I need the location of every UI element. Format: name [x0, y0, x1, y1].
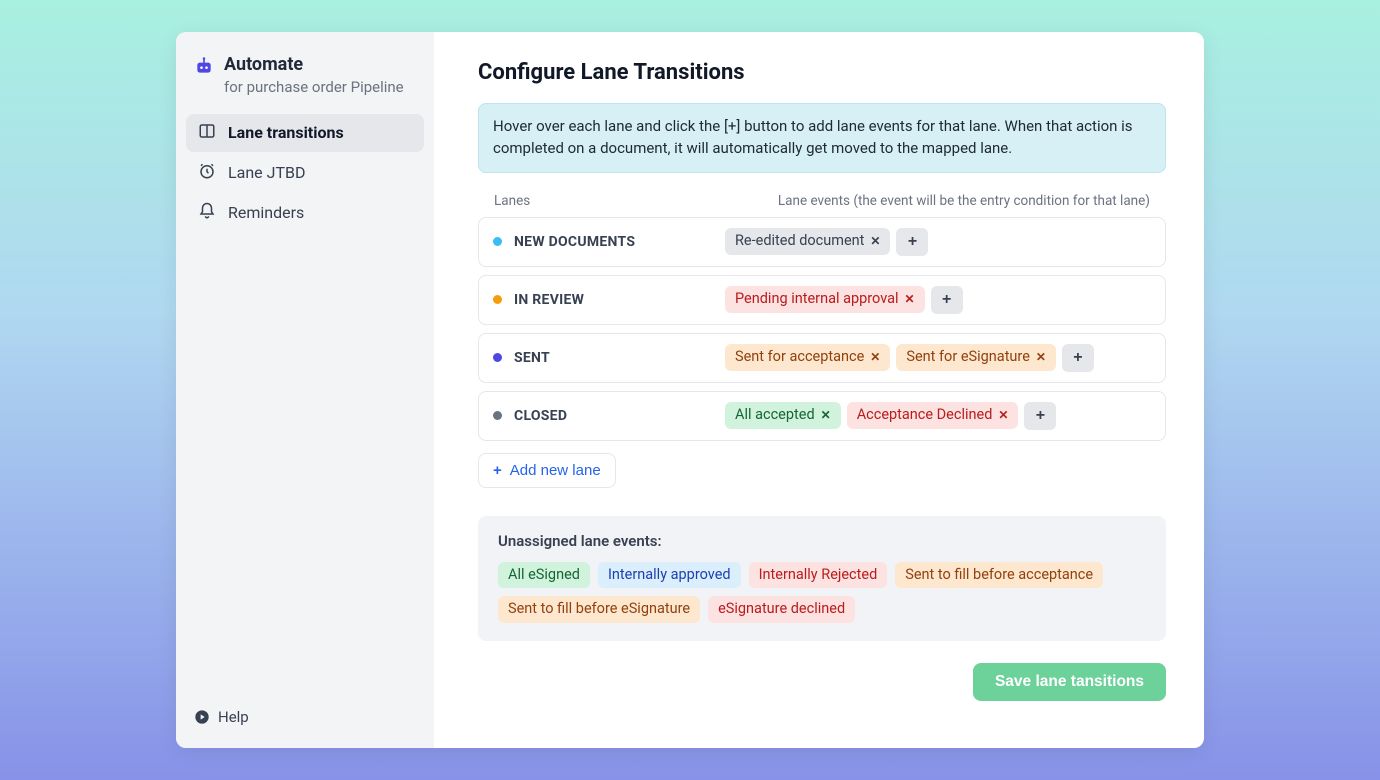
bell-icon — [198, 202, 216, 224]
lane-status-dot — [493, 237, 502, 246]
nav-item-label: Reminders — [228, 203, 304, 222]
add-event-button[interactable]: + — [1024, 402, 1056, 430]
info-banner: Hover over each lane and click the [+] b… — [478, 103, 1166, 173]
lane-status-dot — [493, 295, 502, 304]
nav-item-label: Lane JTBD — [228, 163, 305, 182]
remove-event-icon[interactable]: ✕ — [870, 234, 880, 250]
lane-name: NEW DOCUMENTS — [514, 234, 635, 250]
robot-icon — [194, 56, 214, 76]
sidebar: Automate for purchase order Pipeline Lan… — [176, 32, 434, 748]
help-label: Help — [218, 708, 249, 726]
nav-item-reminders[interactable]: Reminders — [186, 194, 424, 232]
lane-row: SENTSent for acceptance✕Sent for eSignat… — [478, 333, 1166, 383]
lane-name-wrap: NEW DOCUMENTS — [493, 234, 725, 250]
nav-item-label: Lane transitions — [228, 123, 344, 142]
event-tag-label: Sent for eSignature — [906, 348, 1030, 367]
col-header-lanes: Lanes — [494, 193, 726, 209]
event-tag-label: Sent for acceptance — [735, 348, 864, 367]
lane-name: CLOSED — [514, 408, 567, 424]
event-tag[interactable]: Pending internal approval ✕ — [725, 286, 925, 313]
lane-row: CLOSED All accepted ✕ Acceptance Declined ✕ + — [478, 391, 1166, 441]
remove-event-icon[interactable]: ✕ — [870, 350, 880, 366]
unassigned-event-tag[interactable]: Internally approved — [598, 562, 741, 589]
plus-icon: + — [493, 462, 502, 479]
lane-status-dot — [493, 353, 502, 362]
page-title: Configure Lane Transitions — [478, 60, 1166, 85]
lane-events: Pending internal approval ✕ + — [725, 286, 963, 314]
unassigned-events-box: Unassigned lane events: All eSigned Inter… — [478, 516, 1166, 642]
event-tag-label: Pending internal approval — [735, 290, 899, 309]
event-tag[interactable]: All accepted ✕ — [725, 402, 841, 429]
event-tag-label: All accepted — [735, 406, 815, 425]
unassigned-event-tag[interactable]: Internally Rejected — [749, 562, 888, 589]
unassigned-event-tag[interactable]: Sent to fill before eSignature — [498, 596, 700, 623]
help-link[interactable]: Help — [186, 702, 424, 732]
lane-events: Re-edited document ✕ + — [725, 228, 928, 256]
lane-name: SENT — [514, 350, 550, 366]
event-tag[interactable]: Acceptance Declined ✕ — [847, 402, 1019, 429]
sidebar-subtitle: for purchase order Pipeline — [224, 78, 404, 96]
lane-status-dot — [493, 411, 502, 420]
event-tag-label: Re-edited document — [735, 232, 864, 251]
unassigned-tags: All eSigned Internally approved Internally… — [498, 562, 1146, 624]
lane-name-wrap: SENT — [493, 350, 725, 366]
add-lane-label: Add new lane — [510, 462, 601, 479]
add-event-button[interactable]: + — [896, 228, 928, 256]
remove-event-icon[interactable]: ✕ — [905, 292, 915, 308]
nav-item-lane-jtbd[interactable]: Lane JTBD — [186, 154, 424, 192]
col-header-events: Lane events (the event will be the entry… — [726, 193, 1150, 209]
unassigned-event-tag[interactable]: Sent to fill before acceptance — [895, 562, 1103, 589]
lane-name-wrap: IN REVIEW — [493, 292, 725, 308]
lane-row: NEW DOCUMENTS Re-edited document ✕ + — [478, 217, 1166, 267]
columns-icon — [198, 122, 216, 144]
main-content: Configure Lane Transitions Hover over ea… — [434, 32, 1204, 748]
lane-name-wrap: CLOSED — [493, 408, 725, 424]
unassigned-event-tag[interactable]: eSignature declined — [708, 596, 855, 623]
remove-event-icon[interactable]: ✕ — [1036, 350, 1046, 366]
column-headers: Lanes Lane events (the event will be the… — [478, 193, 1166, 217]
event-tag[interactable]: Re-edited document ✕ — [725, 228, 890, 255]
footer-actions: Save lane tansitions — [478, 663, 1166, 701]
lane-events: Sent for acceptance ✕ Sent for eSignature ✕… — [725, 344, 1094, 372]
nav-item-lane-transitions[interactable]: Lane transitions — [186, 114, 424, 152]
lanes-list: NEW DOCUMENTSRe-edited document✕+IN REVI… — [478, 217, 1166, 441]
lane-row: IN REVIEW Pending internal approval ✕ + — [478, 275, 1166, 325]
lane-events: All accepted ✕ Acceptance Declined ✕ + — [725, 402, 1056, 430]
play-circle-icon — [194, 709, 210, 725]
lane-name: IN REVIEW — [514, 292, 584, 308]
sidebar-title: Automate — [224, 54, 404, 76]
clock-icon — [198, 162, 216, 184]
add-new-lane-button[interactable]: + Add new lane — [478, 453, 616, 488]
remove-event-icon[interactable]: ✕ — [821, 408, 831, 424]
unassigned-title: Unassigned lane events: — [498, 532, 1146, 550]
app-window: Automate for purchase order Pipeline Lan… — [176, 32, 1204, 748]
save-button[interactable]: Save lane tansitions — [973, 663, 1166, 701]
unassigned-event-tag[interactable]: All eSigned — [498, 562, 590, 589]
sidebar-nav: Lane transitions Lane JTBD Reminders — [186, 114, 424, 232]
remove-event-icon[interactable]: ✕ — [998, 408, 1008, 424]
add-event-button[interactable]: + — [931, 286, 963, 314]
event-tag[interactable]: Sent for eSignature ✕ — [896, 344, 1056, 371]
add-event-button[interactable]: + — [1062, 344, 1094, 372]
event-tag[interactable]: Sent for acceptance ✕ — [725, 344, 890, 371]
event-tag-label: Acceptance Declined — [857, 406, 993, 425]
sidebar-header: Automate for purchase order Pipeline — [186, 48, 424, 108]
